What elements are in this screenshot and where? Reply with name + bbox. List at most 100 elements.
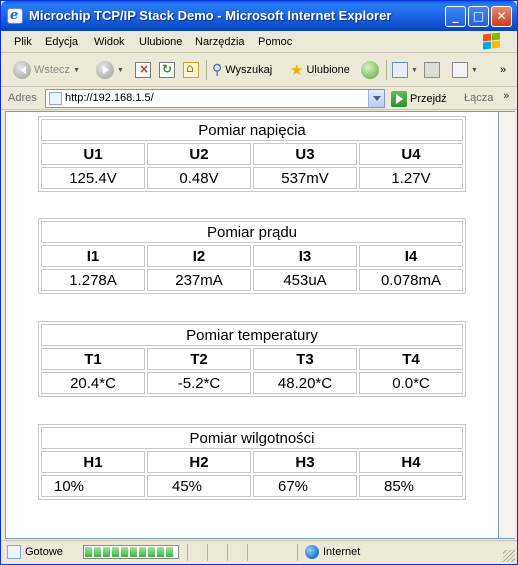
mail-button[interactable]: ▼ <box>392 59 418 81</box>
menu-file[interactable]: Plik <box>14 36 32 48</box>
back-arrow-icon <box>13 61 31 79</box>
value-cell: -5.2*C <box>147 372 251 394</box>
menu-favorites[interactable]: Ulubione <box>139 36 182 48</box>
column-header: U2 <box>147 143 251 165</box>
stop-button[interactable]: × <box>135 59 151 81</box>
status-divider <box>247 544 248 561</box>
favorites-button[interactable]: ★ Ulubione <box>290 59 350 81</box>
progress-block <box>130 547 137 557</box>
history-button[interactable] <box>361 59 379 81</box>
voltage-panel: Pomiar napięcia U1 U2 U3 U4 125.4V 0.48V… <box>38 116 466 192</box>
column-header: T3 <box>253 348 357 370</box>
progress-block <box>166 547 173 557</box>
go-arrow-icon <box>391 91 407 107</box>
column-header: U1 <box>41 143 145 165</box>
progress-block <box>103 547 110 557</box>
column-header: U3 <box>253 143 357 165</box>
search-icon: ⚲ <box>212 62 223 78</box>
panel-caption: Pomiar prądu <box>41 221 463 243</box>
stop-icon: × <box>135 62 151 78</box>
progress-block <box>148 547 155 557</box>
favorites-label: Ulubione <box>306 64 350 76</box>
status-text: Gotowe <box>25 546 63 558</box>
address-dropdown-button[interactable] <box>368 90 384 107</box>
column-header: H1 <box>41 451 145 473</box>
edit-button[interactable]: ▼ <box>452 59 478 81</box>
go-label: Przejdź <box>410 93 447 105</box>
chevron-down-icon: ▼ <box>117 66 124 74</box>
value-cell: 453uA <box>253 269 357 291</box>
column-header: I4 <box>359 245 463 267</box>
minimize-button[interactable]: _ <box>445 6 466 27</box>
toolbar-more-button[interactable]: » <box>500 59 506 81</box>
column-header: H2 <box>147 451 251 473</box>
column-header: H3 <box>253 451 357 473</box>
menu-edit[interactable]: Edycja <box>45 36 78 48</box>
resize-grip[interactable] <box>503 550 515 562</box>
ie-icon: e <box>7 8 23 24</box>
forward-button[interactable]: ▼ <box>96 59 124 81</box>
value-cell: 0.48V <box>147 167 251 189</box>
column-header: H4 <box>359 451 463 473</box>
page-icon <box>49 92 62 105</box>
column-header: T4 <box>359 348 463 370</box>
status-divider <box>207 544 208 561</box>
title-bar[interactable]: e Microchip TCP/IP Stack Demo - Microsof… <box>1 1 517 31</box>
star-icon: ★ <box>290 61 304 79</box>
maximize-button[interactable]: □ <box>468 6 489 27</box>
menu-view[interactable]: Widok <box>94 36 125 48</box>
chevron-down-icon: ▼ <box>411 66 418 74</box>
page-content: Pomiar napięcia U1 U2 U3 U4 125.4V 0.48V… <box>5 111 499 539</box>
home-button[interactable]: ⌂ <box>183 59 199 81</box>
refresh-icon: ↻ <box>159 62 175 78</box>
search-button[interactable]: ⚲ Wyszukaj <box>212 59 272 81</box>
search-label: Wyszukaj <box>225 64 273 76</box>
address-bar: Adres http://192.168.1.5/ Przejdź Łącza … <box>1 88 517 110</box>
progress-block <box>94 547 101 557</box>
mail-icon <box>392 62 408 78</box>
value-cell: 48.20*C <box>253 372 357 394</box>
address-url[interactable]: http://192.168.1.5/ <box>65 92 154 104</box>
value-cell: 537mV <box>253 167 357 189</box>
back-button[interactable]: Wstecz ▼ <box>13 59 80 81</box>
value-cell: 10% <box>41 475 145 497</box>
column-header: I1 <box>41 245 145 267</box>
humidity-panel: Pomiar wilgotności H1 H2 H3 H4 10% 45% 6… <box>38 424 466 500</box>
progress-block <box>121 547 128 557</box>
column-header: I3 <box>253 245 357 267</box>
printer-icon <box>424 62 440 78</box>
go-button[interactable]: Przejdź <box>391 90 447 108</box>
value-cell: 0.078mA <box>359 269 463 291</box>
address-input[interactable]: http://192.168.1.5/ <box>45 89 385 108</box>
print-button[interactable] <box>424 59 440 81</box>
progress-block <box>139 547 146 557</box>
refresh-button[interactable]: ↻ <box>159 59 175 81</box>
forward-arrow-icon <box>96 61 114 79</box>
value-cell: 67% <box>253 475 357 497</box>
menu-bar: Plik Edycja Widok Ulubione Narzędzia Pom… <box>1 31 517 53</box>
column-header: I2 <box>147 245 251 267</box>
menu-tools[interactable]: Narzędzia <box>195 36 245 48</box>
status-divider <box>187 544 188 561</box>
value-cell: 1.278A <box>41 269 145 291</box>
panel-caption: Pomiar wilgotności <box>41 427 463 449</box>
history-icon <box>361 61 379 79</box>
zone-label: Internet <box>323 546 361 558</box>
column-header: U4 <box>359 143 463 165</box>
menu-help[interactable]: Pomoc <box>258 36 292 48</box>
status-divider <box>227 544 228 561</box>
internet-zone-icon <box>305 545 319 559</box>
chevron-down-icon: ▼ <box>73 66 80 74</box>
panel-caption: Pomiar napięcia <box>41 119 463 141</box>
toolbar-separator <box>386 60 387 80</box>
links-more-icon[interactable]: » <box>503 89 510 102</box>
vertical-scrollbar[interactable] <box>499 111 515 539</box>
browser-window: e Microchip TCP/IP Stack Demo - Microsof… <box>0 0 518 565</box>
value-cell: 45% <box>147 475 251 497</box>
close-button[interactable]: ✕ <box>491 6 512 27</box>
page-done-icon <box>7 545 21 559</box>
links-label[interactable]: Łącza <box>464 92 493 104</box>
value-cell: 125.4V <box>41 167 145 189</box>
window-title: Microchip TCP/IP Stack Demo - Microsoft … <box>29 8 392 23</box>
progress-bar <box>83 545 179 559</box>
